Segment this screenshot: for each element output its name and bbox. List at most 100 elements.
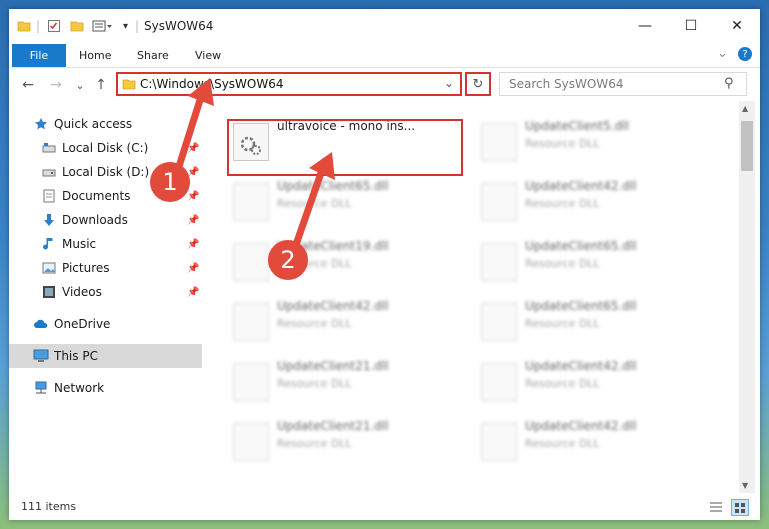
pin-icon: 📌 xyxy=(187,238,200,250)
file-highlight-box xyxy=(227,119,463,176)
sidebar-label: OneDrive xyxy=(54,317,111,331)
expand-ribbon-icon[interactable]: ⌄ xyxy=(717,46,728,61)
file-item[interactable]: UpdateClient42.dll Resource DLL xyxy=(477,355,707,407)
maximize-button[interactable]: ☐ xyxy=(668,9,714,43)
help-icon[interactable]: ? xyxy=(738,47,752,61)
file-type: Resource DLL xyxy=(277,317,352,330)
navigation-bar: ← → ⌄ ↑ C:\Windows\SysWOW64 ⌄ ↻ Search S… xyxy=(9,68,760,101)
minimize-button[interactable]: — xyxy=(622,9,668,43)
file-item[interactable]: UpdateClient21.dll Resource DLL xyxy=(229,415,459,467)
documents-icon xyxy=(41,188,57,204)
tab-view[interactable]: View xyxy=(195,49,221,62)
file-name: UpdateClient65.dll xyxy=(277,179,389,193)
pin-icon: 📌 xyxy=(187,262,200,274)
address-bar[interactable]: C:\Windows\SysWOW64 ⌄ xyxy=(116,72,462,96)
file-name: UpdateClient42.dll xyxy=(525,419,637,433)
details-view-icon[interactable] xyxy=(709,501,723,516)
large-icons-view-icon[interactable] xyxy=(731,499,749,516)
folder-icon xyxy=(122,77,136,94)
dll-file-icon xyxy=(481,243,517,281)
sidebar-label: Local Disk (C:) xyxy=(62,141,149,155)
step-1-badge: 1 xyxy=(150,162,190,202)
network-icon xyxy=(33,380,49,396)
file-name: UpdateClient21.dll xyxy=(277,419,389,433)
file-item[interactable]: UpdateClient65.dll Resource DLL xyxy=(477,295,707,347)
file-item[interactable]: UpdateClient65.dll Resource DLL xyxy=(229,175,459,227)
sidebar-item-this-pc[interactable]: This PC xyxy=(9,344,202,368)
file-list: ultravoice - mono ins... UpdateClient65.… xyxy=(209,101,739,491)
up-button[interactable]: ↑ xyxy=(92,76,110,94)
scroll-up-icon[interactable]: ▲ xyxy=(742,104,748,113)
download-icon xyxy=(41,212,57,228)
sidebar-item-pictures[interactable]: Pictures 📌 xyxy=(9,256,202,280)
recent-locations-button[interactable]: ⌄ xyxy=(71,76,89,94)
sidebar-item-onedrive[interactable]: OneDrive xyxy=(9,312,202,336)
sidebar-item-downloads[interactable]: Downloads 📌 xyxy=(9,208,202,232)
search-box[interactable]: Search SysWOW64 ⚲ xyxy=(499,72,747,96)
dll-file-icon xyxy=(481,363,517,401)
drive-icon xyxy=(41,140,57,156)
search-input[interactable]: Search SysWOW64 xyxy=(509,77,623,91)
pin-icon: 📌 xyxy=(187,214,200,226)
dll-file-icon xyxy=(481,123,517,161)
file-item[interactable]: UpdateClient42.dll Resource DLL xyxy=(477,415,707,467)
dll-file-icon xyxy=(233,303,269,341)
sidebar-label: Local Disk (D:) xyxy=(62,165,150,179)
folder-icon[interactable] xyxy=(17,17,31,35)
address-path[interactable]: C:\Windows\SysWOW64 xyxy=(140,77,284,91)
file-item[interactable]: UpdateClient42.dll Resource DLL xyxy=(477,175,707,227)
customize-toolbar-icon[interactable] xyxy=(92,17,114,35)
drive-icon xyxy=(41,164,57,180)
pictures-icon xyxy=(41,260,57,276)
tab-home[interactable]: Home xyxy=(79,49,111,62)
file-name: UpdateClient42.dll xyxy=(525,359,637,373)
computer-icon xyxy=(33,348,49,364)
file-type: Resource DLL xyxy=(277,437,352,450)
item-count: 111 items xyxy=(21,500,77,513)
file-item[interactable]: UpdateClient42.dll Resource DLL xyxy=(229,295,459,347)
file-type: Resource DLL xyxy=(525,437,600,450)
sidebar-item-local-disk-c[interactable]: Local Disk (C:) 📌 xyxy=(9,136,202,160)
window-title: SysWOW64 xyxy=(144,19,214,33)
sidebar-label: Pictures xyxy=(62,261,110,275)
sidebar-item-videos[interactable]: Videos 📌 xyxy=(9,280,202,304)
explorer-window: | ▾ | SysWOW64 — ☐ ✕ File Home Share Vie… xyxy=(9,9,760,520)
close-button[interactable]: ✕ xyxy=(714,9,760,43)
tab-file[interactable]: File xyxy=(12,44,66,67)
new-folder-icon[interactable] xyxy=(70,17,84,35)
sidebar-label: Videos xyxy=(62,285,102,299)
refresh-button[interactable]: ↻ xyxy=(465,72,491,96)
file-item[interactable]: UpdateClient65.dll Resource DLL xyxy=(477,235,707,287)
scroll-thumb[interactable] xyxy=(741,121,753,171)
sidebar-item-network[interactable]: Network xyxy=(9,376,202,400)
file-item[interactable]: UpdateClient5.dll Resource DLL xyxy=(477,115,707,167)
dll-file-icon xyxy=(233,363,269,401)
scroll-down-icon[interactable]: ▼ xyxy=(742,481,748,490)
address-dropdown-icon[interactable]: ⌄ xyxy=(444,76,454,90)
file-item[interactable]: UpdateClient19.dll Resource DLL xyxy=(229,235,459,287)
file-name: UpdateClient42.dll xyxy=(525,179,637,193)
file-type: Resource DLL xyxy=(525,257,600,270)
file-name: UpdateClient21.dll xyxy=(277,359,389,373)
dll-file-icon xyxy=(481,183,517,221)
forward-button[interactable]: → xyxy=(47,76,65,94)
music-icon xyxy=(41,236,57,252)
ribbon-tabs: File Home Share View ⌄ ? xyxy=(9,43,760,68)
properties-icon[interactable] xyxy=(47,17,61,35)
dropdown-arrow-icon[interactable]: ▾ xyxy=(123,17,128,35)
sidebar-label: Downloads xyxy=(62,213,128,227)
file-item[interactable]: UpdateClient21.dll Resource DLL xyxy=(229,355,459,407)
sidebar-item-music[interactable]: Music 📌 xyxy=(9,232,202,256)
sidebar-item-quick-access[interactable]: Quick access xyxy=(9,112,202,136)
file-name: UpdateClient5.dll xyxy=(525,119,629,133)
dll-file-icon xyxy=(481,303,517,341)
back-button[interactable]: ← xyxy=(19,76,37,94)
dll-file-icon xyxy=(233,243,269,281)
sidebar-label: Quick access xyxy=(54,117,133,131)
file-name: UpdateClient42.dll xyxy=(277,299,389,313)
vertical-scrollbar[interactable]: ▲ ▼ xyxy=(739,101,755,493)
search-icon[interactable]: ⚲ xyxy=(724,76,734,91)
file-type: Resource DLL xyxy=(525,317,600,330)
separator: | xyxy=(135,19,140,33)
tab-share[interactable]: Share xyxy=(137,49,169,62)
